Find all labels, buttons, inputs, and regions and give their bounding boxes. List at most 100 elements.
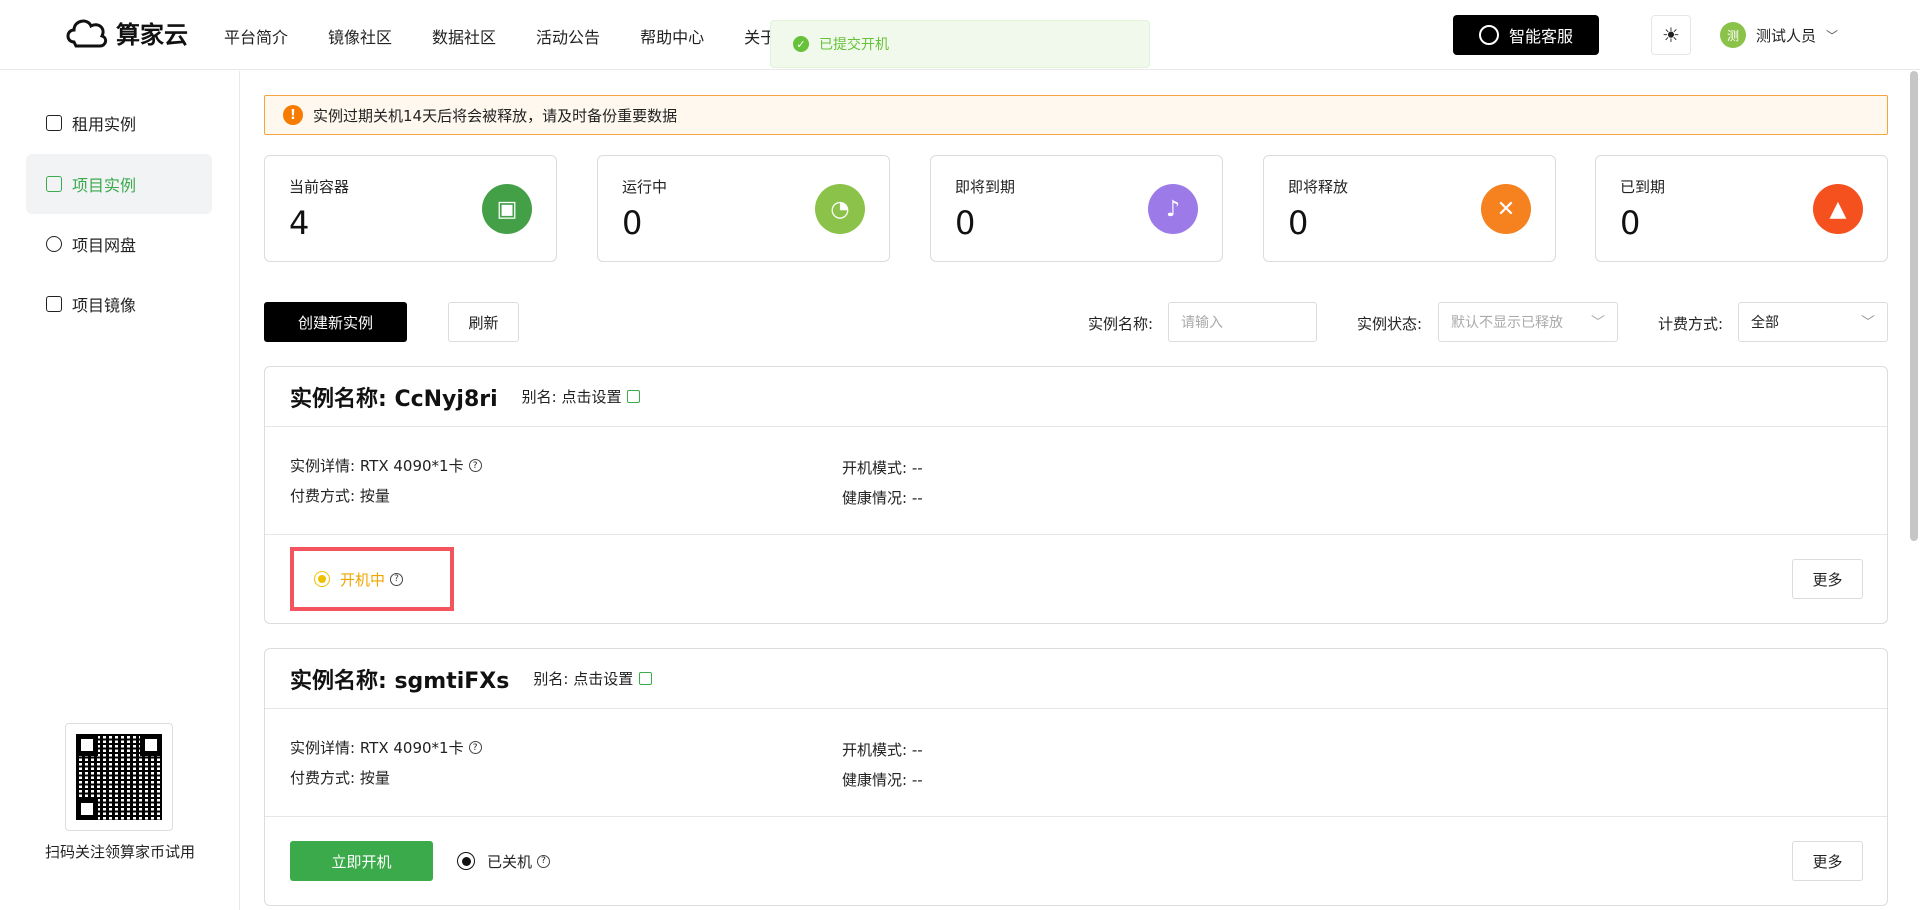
help-icon[interactable]: ?	[390, 572, 404, 586]
name-filter-label: 实例名称:	[1088, 315, 1154, 333]
start-now-button[interactable]: 立即开机	[290, 841, 433, 881]
stat-card-current: 当前容器 4 ▣	[264, 155, 557, 262]
billing-filter-label: 计费方式:	[1658, 315, 1724, 333]
stat-card-expired: 已到期 0 ▲	[1595, 155, 1888, 262]
top-bar: 算家云 平台简介 镜像社区 数据社区 活动公告 帮助中心 关于 ✓ 已提交开机 …	[0, 0, 1920, 70]
stat-label: 运行中	[622, 178, 668, 196]
avatar: 测	[1720, 22, 1746, 48]
instance-details: 实例详情: RTX 4090*1卡 ?	[290, 455, 482, 476]
chevron-down-icon: ﹀	[1861, 315, 1875, 331]
sidebar-item-label: 租用实例	[72, 115, 137, 134]
health-status: 健康情况: --	[842, 489, 923, 507]
main-nav: 平台简介 镜像社区 数据社区 活动公告 帮助中心 关于	[224, 24, 816, 48]
toast-text: 已提交开机	[819, 37, 889, 53]
instance-card-body: 实例详情: RTX 4090*1卡 ? 付费方式: 按量 开机模式: -- 健康…	[265, 427, 1887, 535]
stat-label: 即将到期	[955, 178, 1016, 196]
alias-label: 别名: 点击设置	[521, 388, 622, 406]
release-icon: ✕	[1481, 184, 1531, 234]
headset-icon	[1478, 25, 1499, 45]
alias-setting[interactable]: 别名: 点击设置	[522, 386, 641, 407]
cloud-disk-icon	[46, 236, 62, 252]
stat-value: 4	[289, 204, 310, 242]
success-toast: ✓ 已提交开机	[770, 20, 1150, 68]
status-filter-label: 实例状态:	[1357, 315, 1423, 333]
name-filter-placeholder: 请输入	[1181, 315, 1223, 331]
instance-title: 实例名称: sgmtiFXs	[290, 668, 510, 694]
stat-card-running: 运行中 0 ◔	[597, 155, 890, 262]
logo[interactable]: 算家云	[64, 14, 188, 50]
instance-card-header: 实例名称: sgmtiFXs 别名: 点击设置	[265, 649, 1887, 709]
billing-filter-select[interactable]: 全部 ﹀	[1738, 302, 1888, 342]
user-menu[interactable]: 测 测试人员 ﹀	[1720, 22, 1838, 48]
instance-card: 实例名称: CcNyj8ri 别名: 点击设置 实例详情: RTX 4090*1…	[264, 366, 1888, 624]
create-instance-button[interactable]: 创建新实例	[264, 302, 407, 342]
qr-caption: 扫码关注领算家币试用	[44, 843, 195, 861]
status-dot-icon	[457, 852, 475, 870]
cube-icon	[46, 115, 62, 131]
edit-icon[interactable]	[639, 672, 653, 685]
status-filter-select[interactable]: 默认不显示已释放 ﹀	[1438, 302, 1618, 342]
expiry-notice: ! 实例过期关机14天后将会被释放，请及时备份重要数据	[264, 95, 1888, 135]
sidebar-item-label: 项目实例	[72, 176, 137, 195]
brand-name: 算家云	[116, 20, 188, 49]
check-circle-icon: ✓	[793, 36, 809, 52]
chevron-down-icon: ﹀	[1826, 28, 1839, 43]
status-text: 已关机	[487, 852, 533, 871]
status-filter-placeholder: 默认不显示已释放	[1451, 315, 1563, 331]
layers-icon	[46, 176, 62, 192]
sidebar-item-label: 项目镜像	[72, 296, 137, 315]
container-icon: ▣	[482, 184, 532, 234]
stat-value: 0	[955, 204, 976, 242]
name-filter-input[interactable]: 请输入	[1168, 302, 1317, 342]
timer-icon: ◔	[815, 184, 865, 234]
refresh-button[interactable]: 刷新	[448, 302, 519, 342]
alias-setting[interactable]: 别名: 点击设置	[533, 668, 653, 689]
details-text: 实例详情: RTX 4090*1卡	[290, 457, 464, 475]
more-button[interactable]: 更多	[1792, 559, 1863, 599]
scrollbar[interactable]	[1910, 71, 1918, 541]
sidebar-item-project-instance[interactable]: 项目实例	[26, 154, 212, 214]
user-name: 测试人员	[1756, 26, 1817, 45]
boot-mode: 开机模式: --	[842, 459, 923, 477]
sidebar-item-project-disk[interactable]: 项目网盘	[26, 214, 212, 274]
more-button[interactable]: 更多	[1792, 841, 1863, 881]
billing-filter-value: 全部	[1751, 315, 1779, 331]
alias-label: 别名: 点击设置	[533, 670, 634, 688]
instance-card-footer: 立即开机 已关机 ? 更多	[265, 817, 1887, 907]
stat-label: 已到期	[1620, 178, 1666, 196]
edit-icon[interactable]	[627, 390, 641, 403]
nav-platform[interactable]: 平台简介	[224, 24, 288, 48]
instance-card: 实例名称: sgmtiFXs 别名: 点击设置 实例详情: RTX 4090*1…	[264, 648, 1888, 906]
stat-label: 当前容器	[289, 178, 350, 196]
stat-value: 0	[1288, 204, 1309, 242]
health-status: 健康情况: --	[842, 771, 923, 789]
billing-method: 付费方式: 按量	[290, 487, 390, 505]
alarm-icon: ▲	[1813, 184, 1863, 234]
status-stopped: 已关机 ?	[457, 841, 551, 881]
chevron-down-icon: ﹀	[1591, 315, 1605, 331]
stat-value: 0	[1620, 204, 1641, 242]
nav-image-community[interactable]: 镜像社区	[328, 24, 392, 48]
nav-help[interactable]: 帮助中心	[640, 24, 704, 48]
qr-code-image	[76, 734, 162, 820]
bell-icon: ♪	[1148, 184, 1198, 234]
nav-data-community[interactable]: 数据社区	[432, 24, 496, 48]
help-icon[interactable]: ?	[468, 459, 482, 472]
instance-card-footer: 开机中 ? 更多	[265, 535, 1887, 625]
status-dot-icon	[314, 571, 330, 587]
warning-icon: !	[283, 105, 303, 125]
theme-toggle-button[interactable]: ☀	[1651, 15, 1691, 55]
smart-support-button[interactable]: 智能客服	[1453, 15, 1599, 55]
qr-code	[65, 723, 173, 831]
sidebar: 租用实例 项目实例 项目网盘 项目镜像 扫码关注领算家币试用	[0, 71, 240, 910]
sidebar-item-project-image[interactable]: 项目镜像	[26, 274, 212, 334]
instance-card-header: 实例名称: CcNyj8ri 别名: 点击设置	[265, 367, 1887, 427]
stat-label: 即将释放	[1288, 178, 1349, 196]
nav-announcements[interactable]: 活动公告	[536, 24, 600, 48]
help-icon[interactable]: ?	[468, 741, 482, 754]
help-icon[interactable]: ?	[537, 854, 551, 868]
cloud-logo-icon	[66, 19, 108, 48]
sidebar-item-rent-instance[interactable]: 租用实例	[26, 93, 212, 153]
sidebar-item-label: 项目网盘	[72, 236, 137, 255]
sun-icon: ☀	[1662, 23, 1680, 47]
